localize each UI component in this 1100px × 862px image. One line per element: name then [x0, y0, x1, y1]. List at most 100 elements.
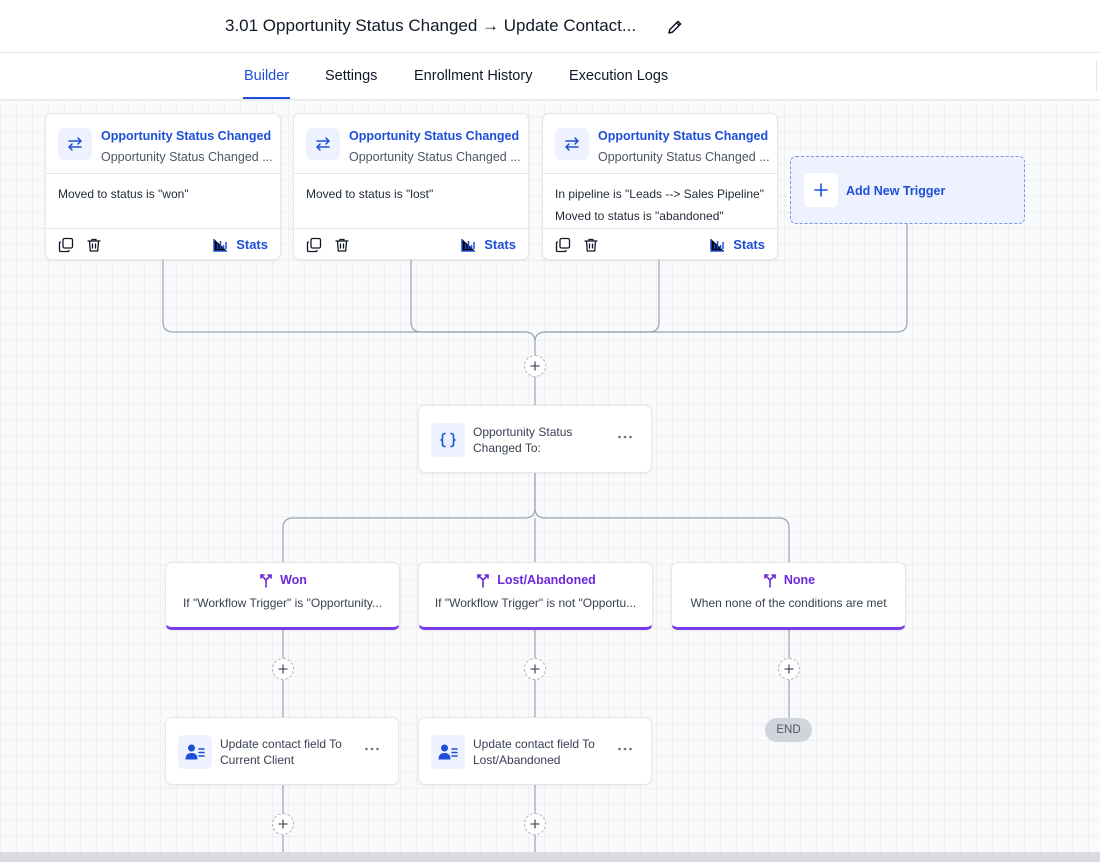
workflow-header: 3.01 Opportunity Status Changed → Update…	[0, 0, 1100, 53]
plus-icon	[530, 361, 540, 371]
trash-icon[interactable]	[86, 237, 102, 253]
trigger-card-footer: Stats	[294, 229, 528, 260]
branch-split-icon	[477, 574, 489, 588]
plus-icon	[278, 664, 288, 674]
pencil-icon[interactable]	[665, 17, 685, 37]
tab-execution-logs[interactable]: Execution Logs	[569, 68, 668, 84]
branch-description: If "Workflow Trigger" is "Opportunity...	[182, 596, 383, 610]
plus-icon	[804, 173, 838, 207]
stats-label: Stats	[733, 237, 765, 252]
branch-description: When none of the conditions are met	[690, 596, 887, 610]
condition-label-line: Opportunity Status	[473, 425, 573, 439]
end-marker: END	[765, 718, 812, 742]
add-step-button[interactable]	[524, 355, 546, 377]
plus-icon	[278, 819, 288, 829]
add-step-button[interactable]	[524, 658, 546, 680]
workflow-canvas[interactable]: Opportunity Status Changed Opportunity S…	[0, 100, 1100, 852]
trigger-condition: Moved to status is "won"	[58, 187, 189, 201]
branch-header: Lost/Abandoned	[419, 572, 652, 588]
curly-braces-icon	[431, 423, 465, 457]
branch-split-icon	[764, 574, 776, 588]
action-label-line: Lost/Abandoned	[473, 752, 561, 767]
contact-update-icon	[178, 735, 212, 769]
add-step-button[interactable]	[778, 658, 800, 680]
more-options-icon[interactable]	[364, 744, 380, 754]
trigger-condition: Moved to status is "abandoned"	[555, 209, 724, 223]
contact-update-icon	[431, 735, 465, 769]
trigger-card-header: Opportunity Status Changed Opportunity S…	[543, 114, 777, 174]
trigger-card-won[interactable]: Opportunity Status Changed Opportunity S…	[45, 113, 281, 260]
add-step-button[interactable]	[524, 813, 546, 835]
bar-chart-icon	[710, 238, 725, 252]
trigger-card-lost[interactable]: Opportunity Status Changed Opportunity S…	[293, 113, 529, 260]
tab-bar: Builder Settings Enrollment History Exec…	[0, 53, 1100, 100]
add-new-trigger-label: Add New Trigger	[846, 184, 946, 198]
horizontal-scrollbar[interactable]	[0, 852, 1100, 862]
swap-arrows-icon	[58, 128, 92, 160]
stats-button[interactable]: Stats	[710, 237, 765, 252]
branch-name: None	[783, 573, 816, 587]
more-options-icon[interactable]	[617, 744, 633, 754]
add-step-button[interactable]	[272, 813, 294, 835]
branch-name: Lost/Abandoned	[497, 573, 596, 587]
add-step-button[interactable]	[272, 658, 294, 680]
trigger-name: Opportunity Status Changed	[598, 129, 769, 143]
trigger-subtitle: Opportunity Status Changed ...	[598, 150, 770, 164]
branch-lost-abandoned[interactable]: Lost/Abandoned If "Workflow Trigger" is …	[418, 562, 653, 630]
branch-name: Won	[280, 573, 307, 587]
trigger-subtitle: Opportunity Status Changed ...	[349, 150, 521, 164]
trash-icon[interactable]	[334, 237, 350, 253]
trash-icon[interactable]	[583, 237, 599, 253]
tab-enrollment-history[interactable]: Enrollment History	[414, 68, 532, 84]
plus-icon	[530, 819, 540, 829]
condition-label-line: Changed To:	[473, 440, 541, 455]
stats-label: Stats	[236, 237, 268, 252]
condition-node-label: Opportunity Status Changed To:	[473, 425, 572, 456]
tab-settings[interactable]: Settings	[325, 68, 377, 84]
stats-button[interactable]: Stats	[461, 237, 516, 252]
trigger-card-footer: Stats	[46, 229, 280, 260]
trigger-conditions: Moved to status is "won"	[46, 174, 280, 229]
action-label-line: Current Client	[220, 752, 295, 767]
swap-arrows-icon	[306, 128, 340, 160]
more-options-icon[interactable]	[617, 432, 633, 442]
plus-icon	[530, 664, 540, 674]
active-tab-indicator	[243, 97, 290, 99]
branch-split-icon	[260, 574, 272, 588]
stats-label: Stats	[484, 237, 516, 252]
trigger-subtitle: Opportunity Status Changed ...	[101, 150, 273, 164]
trigger-card-header: Opportunity Status Changed Opportunity S…	[46, 114, 280, 174]
action-update-contact-lost-abandoned[interactable]: Update contact field To Lost/Abandoned	[418, 717, 652, 785]
branch-header: None	[672, 572, 905, 588]
plus-icon	[784, 664, 794, 674]
trigger-conditions: Moved to status is "lost"	[294, 174, 528, 229]
stats-button[interactable]: Stats	[213, 237, 268, 252]
action-label: Update contact field To Lost/Abandoned	[473, 737, 595, 768]
trigger-card-abandoned[interactable]: Opportunity Status Changed Opportunity S…	[542, 113, 778, 260]
condition-node[interactable]: Opportunity Status Changed To:	[418, 405, 652, 473]
trigger-name: Opportunity Status Changed	[349, 129, 520, 143]
tab-divider	[1096, 61, 1097, 91]
branch-won[interactable]: Won If "Workflow Trigger" is "Opportunit…	[165, 562, 400, 630]
bar-chart-icon	[461, 238, 476, 252]
trigger-name: Opportunity Status Changed	[101, 129, 272, 143]
copy-icon[interactable]	[555, 237, 571, 253]
action-update-contact-current-client[interactable]: Update contact field To Current Client	[165, 717, 399, 785]
add-new-trigger-button[interactable]: Add New Trigger	[790, 156, 1025, 224]
branch-none[interactable]: None When none of the conditions are met	[671, 562, 906, 630]
action-label: Update contact field To Current Client	[220, 737, 342, 768]
trigger-card-header: Opportunity Status Changed Opportunity S…	[294, 114, 528, 174]
copy-icon[interactable]	[306, 237, 322, 253]
tab-builder[interactable]: Builder	[244, 68, 289, 84]
trigger-conditions: In pipeline is "Leads --> Sales Pipeline…	[543, 174, 777, 229]
copy-icon[interactable]	[58, 237, 74, 253]
branch-description: If "Workflow Trigger" is not "Opportu...	[434, 596, 637, 610]
action-label-line: Update contact field To	[220, 737, 342, 751]
branch-header: Won	[166, 572, 399, 588]
workflow-title: 3.01 Opportunity Status Changed → Update…	[225, 16, 637, 35]
action-label-line: Update contact field To	[473, 737, 595, 751]
swap-arrows-icon	[555, 128, 589, 160]
trigger-condition: Moved to status is "lost"	[306, 187, 434, 201]
trigger-condition: In pipeline is "Leads --> Sales Pipeline…	[555, 187, 764, 201]
bar-chart-icon	[213, 238, 228, 252]
